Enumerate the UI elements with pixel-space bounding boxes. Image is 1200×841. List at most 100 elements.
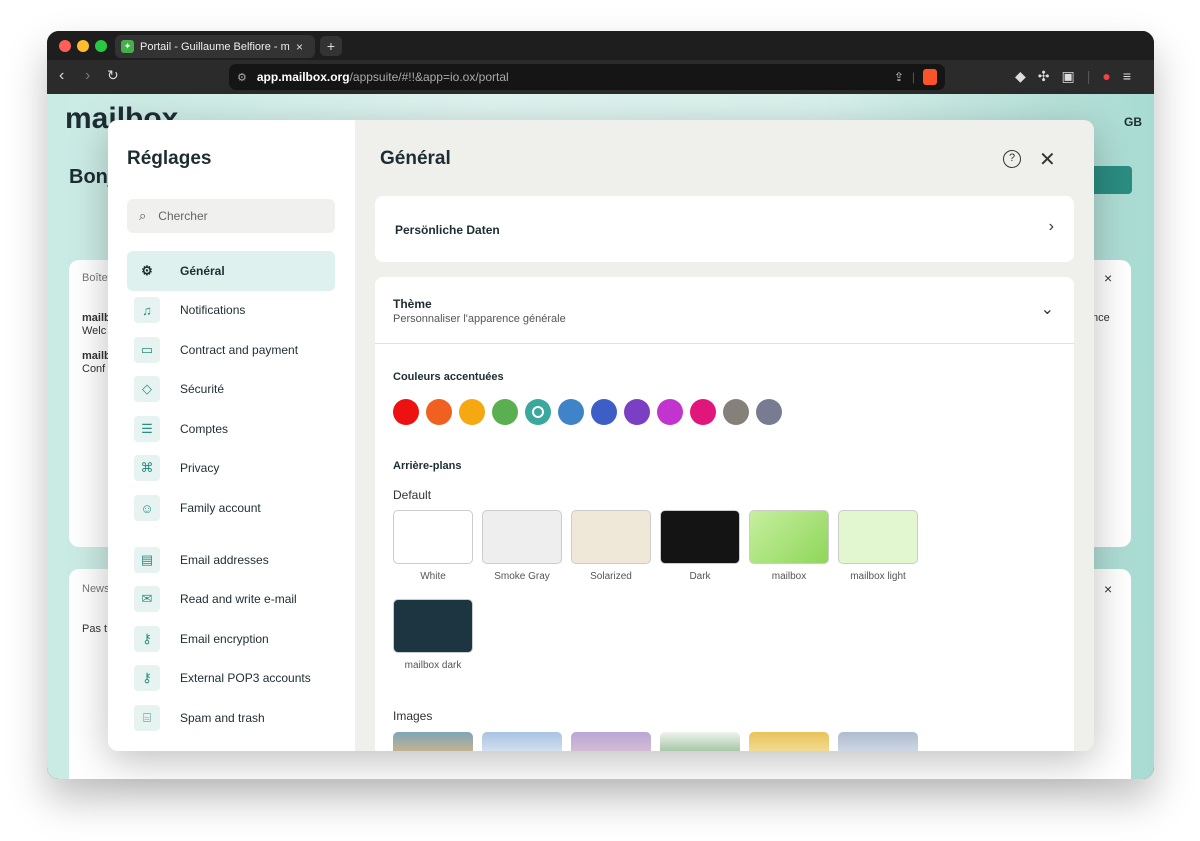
theme-title: Thème — [393, 297, 432, 311]
background-tile[interactable] — [393, 599, 473, 653]
background-tile[interactable] — [393, 510, 473, 564]
search-input[interactable]: ⌕ Chercher — [127, 199, 335, 233]
menu-icon[interactable]: ≡ — [1123, 68, 1131, 85]
sidebar-item-security[interactable]: ◇ Sécurité — [127, 369, 335, 409]
settings-sidebar: Réglages ⌕ Chercher ⚙ Général ♫ Notifica… — [108, 120, 355, 751]
image-background-tile[interactable] — [838, 732, 918, 751]
accent-color-swatch[interactable] — [690, 399, 716, 425]
accent-color-swatch[interactable] — [723, 399, 749, 425]
extension-icons: ◆ ✣ ▣ | ● ≡ — [1015, 68, 1131, 85]
share-icon[interactable]: ⇪ — [894, 70, 904, 84]
avatar[interactable]: GB — [1124, 115, 1142, 129]
site-settings-icon[interactable]: ⚙ — [237, 71, 247, 84]
url-host: app.mailbox.org — [256, 70, 350, 84]
close-window-button[interactable] — [59, 40, 71, 52]
sidebar-item-label: Privacy — [180, 461, 220, 475]
shield-icon: ◇ — [134, 376, 160, 402]
key-icon: ⚷ — [134, 626, 160, 652]
trash-icon: ⌸ — [134, 705, 160, 731]
accent-color-swatch[interactable] — [657, 399, 683, 425]
default-backgrounds-label: Default — [393, 488, 432, 502]
brave-shield-icon[interactable] — [923, 69, 937, 85]
address-bar[interactable]: ⚙ app.mailbox.org /appsuite/#!!&app=io.o… — [229, 64, 945, 90]
sidebar-item-accounts[interactable]: ☰ Comptes — [127, 409, 335, 449]
sidebar-item-read-write[interactable]: ✉ Read and write e-mail — [127, 579, 335, 619]
personal-data-label: Persönliche Daten — [395, 223, 500, 237]
sidebar-item-notifications[interactable]: ♫ Notifications — [127, 290, 335, 330]
sidebar-item-family[interactable]: ☺ Family account — [127, 488, 335, 528]
tab-title: Portail - Guillaume Belfiore - ma — [140, 40, 290, 53]
background-tile-label: Dark — [689, 571, 711, 582]
key-icon: ⚷ — [134, 665, 160, 691]
background-tile[interactable] — [571, 510, 651, 564]
forward-icon[interactable]: › — [85, 67, 90, 85]
accent-color-swatch[interactable] — [756, 399, 782, 425]
widget-line: Welc — [82, 325, 107, 337]
divider — [375, 343, 1074, 344]
sidebar-item-label: Read and write e-mail — [180, 592, 297, 606]
sidebar-item-label: Email encryption — [180, 632, 269, 646]
theme-section: Thème Personnaliser l'apparence générale… — [375, 277, 1074, 751]
chevron-right-icon: › — [1048, 218, 1054, 235]
widget-close-icon[interactable]: × — [1104, 270, 1112, 286]
card-icon: ▭ — [134, 337, 160, 363]
image-background-tile[interactable] — [482, 732, 562, 751]
widget-line: mailb — [82, 350, 111, 362]
sidebar-item-label: Contract and payment — [180, 343, 299, 357]
browser-tab[interactable]: ✦ Portail - Guillaume Belfiore - ma × — [115, 35, 315, 58]
image-background-tile[interactable] — [660, 732, 740, 751]
accent-color-swatch[interactable] — [558, 399, 584, 425]
reader-icon[interactable]: ▣ — [1062, 68, 1075, 85]
image-background-tile[interactable] — [571, 732, 651, 751]
image-background-tile[interactable] — [393, 732, 473, 751]
envelope-icon: ✉ — [134, 586, 160, 612]
sidebar-item-email-addresses[interactable]: ▤ Email addresses — [127, 540, 335, 580]
bell-icon: ♫ — [134, 297, 160, 323]
background-tile[interactable] — [749, 510, 829, 564]
puzzle-icon[interactable]: ✣ — [1038, 68, 1050, 85]
accent-color-swatch[interactable] — [459, 399, 485, 425]
extension-icon[interactable]: ◆ — [1015, 68, 1026, 85]
sidebar-item-label: Général — [180, 264, 225, 278]
widget-title: Boîte — [82, 272, 108, 284]
theme-subtitle: Personnaliser l'apparence générale — [393, 313, 566, 325]
sidebar-item-privacy[interactable]: ⌘ Privacy — [127, 448, 335, 488]
accent-color-swatch[interactable] — [525, 399, 551, 425]
back-icon[interactable]: ‹ — [59, 67, 64, 85]
chevron-down-icon[interactable]: ⌄ — [1041, 299, 1054, 319]
background-tile[interactable] — [838, 510, 918, 564]
reload-icon[interactable]: ↻ — [107, 67, 119, 84]
new-tab-button[interactable]: + — [320, 36, 342, 56]
accent-color-swatch[interactable] — [393, 399, 419, 425]
sidebar-item-contract[interactable]: ▭ Contract and payment — [127, 330, 335, 370]
sidebar-item-general[interactable]: ⚙ Général — [127, 251, 335, 291]
backgrounds-label: Arrière-plans — [393, 460, 462, 472]
sidebar-item-pop3[interactable]: ⚷ External POP3 accounts — [127, 658, 335, 698]
help-icon[interactable]: ? — [1003, 150, 1021, 168]
image-background-tile[interactable] — [749, 732, 829, 751]
sidebar-item-spam[interactable]: ⌸ Spam and trash — [127, 698, 335, 738]
accent-color-swatch[interactable] — [591, 399, 617, 425]
accent-color-swatch[interactable] — [426, 399, 452, 425]
separator: | — [1086, 68, 1091, 84]
widget-close-icon[interactable]: × — [1104, 581, 1112, 597]
tab-close-icon[interactable]: × — [296, 40, 303, 54]
greeting: Bonj — [69, 166, 114, 188]
search-placeholder: Chercher — [158, 209, 208, 223]
accent-color-swatch[interactable] — [492, 399, 518, 425]
sidebar-item-label: Sécurité — [180, 382, 225, 396]
browser-toolbar: ‹ › ↻ ⚙ app.mailbox.org /appsuite/#!!&ap… — [47, 60, 1154, 94]
personal-data-row[interactable]: Persönliche Daten › — [375, 196, 1074, 262]
zoom-window-button[interactable] — [95, 40, 107, 52]
widget-title: News — [82, 583, 110, 595]
wallet-icon[interactable]: ● — [1102, 68, 1110, 85]
close-icon[interactable]: ✕ — [1039, 147, 1056, 172]
accent-color-swatch[interactable] — [624, 399, 650, 425]
search-icon: ⌕ — [139, 208, 147, 223]
background-tile-label: Smoke Gray — [494, 571, 550, 582]
minimize-window-button[interactable] — [77, 40, 89, 52]
background-tile[interactable] — [482, 510, 562, 564]
sidebar-item-encryption[interactable]: ⚷ Email encryption — [127, 619, 335, 659]
background-tile[interactable] — [660, 510, 740, 564]
address-bar-actions: ⇪ | — [894, 69, 937, 85]
